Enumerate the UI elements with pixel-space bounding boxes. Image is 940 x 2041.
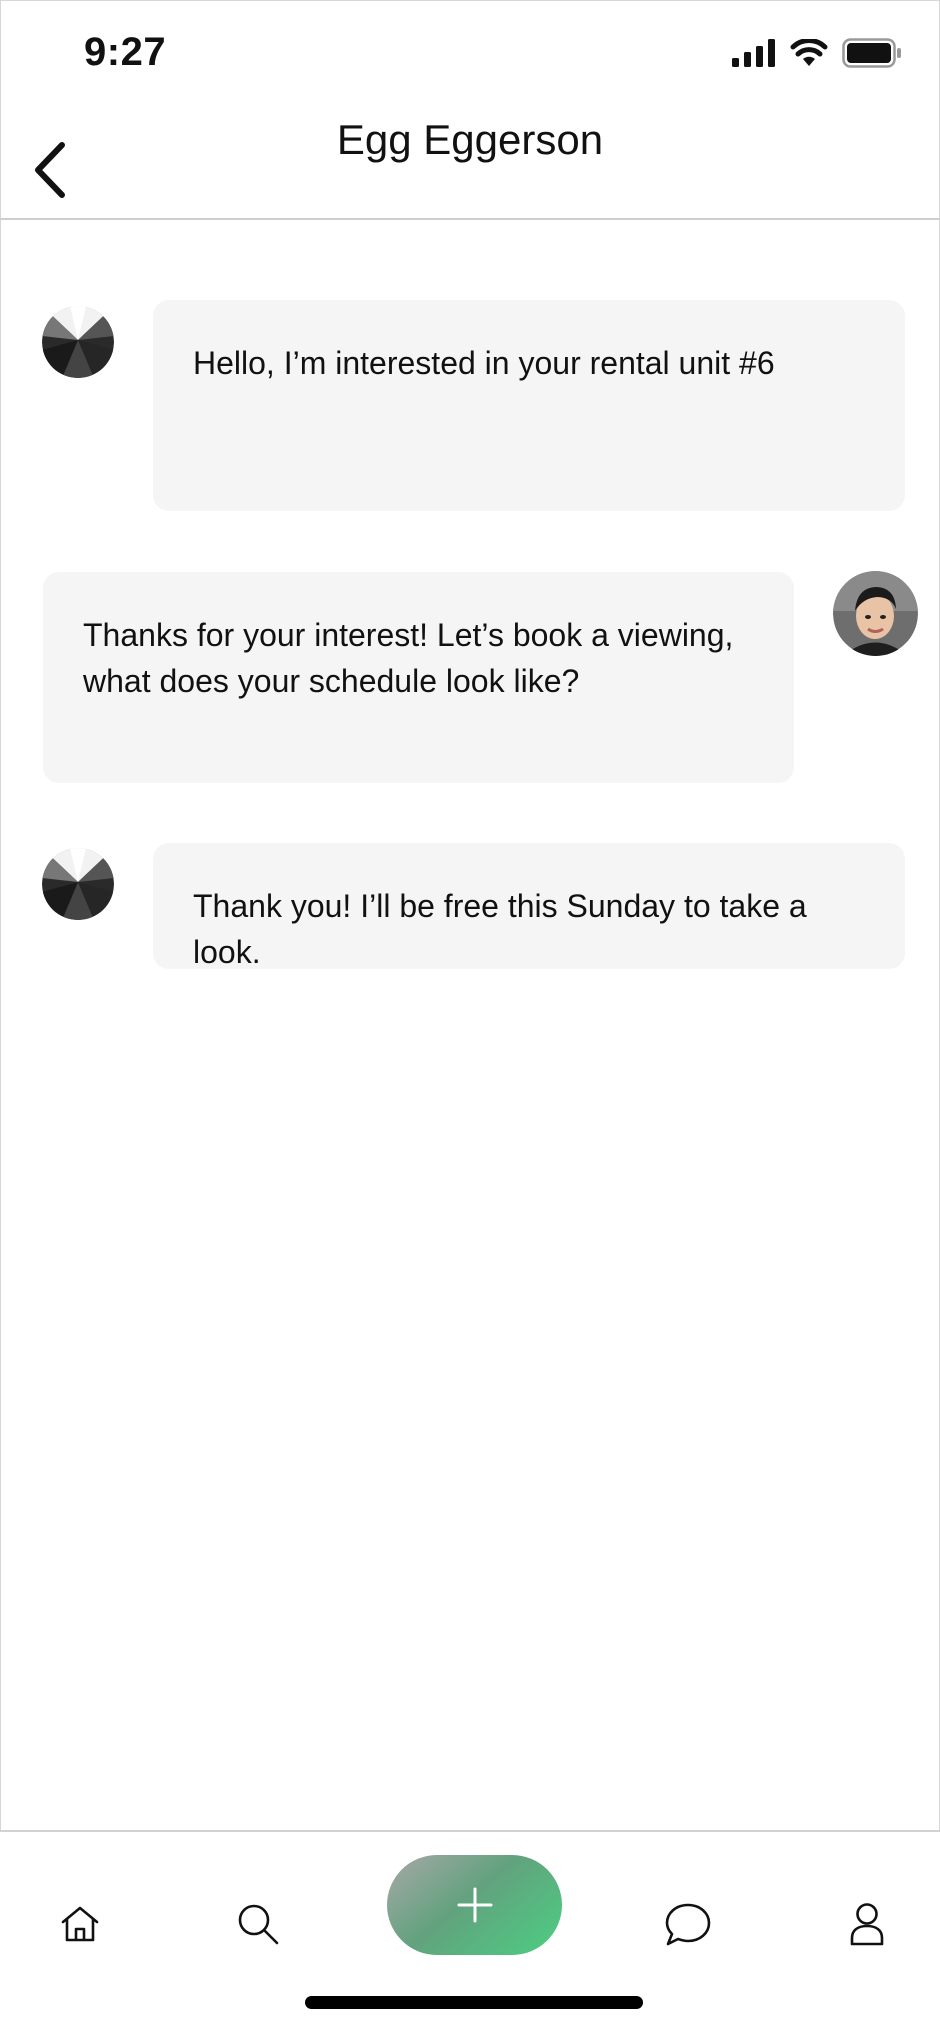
nav-chat-button[interactable] xyxy=(648,1884,728,1964)
nav-home-button[interactable] xyxy=(40,1884,120,1964)
signal-icon xyxy=(732,39,775,67)
wifi-icon xyxy=(790,39,828,66)
building-avatar-image xyxy=(42,306,114,378)
message-bubble: Thanks for your interest! Let’s book a v… xyxy=(43,572,794,783)
status-time: 9:27 xyxy=(84,30,167,74)
avatar[interactable] xyxy=(42,306,114,378)
avatar[interactable] xyxy=(833,571,918,656)
message-bubble: Hello, I’m interested in your rental uni… xyxy=(153,300,905,511)
page-title: Egg Eggerson xyxy=(336,116,604,163)
message-text: Thanks for your interest! Let’s book a v… xyxy=(83,617,734,699)
message-text: Thank you! I’ll be free this Sunday to t… xyxy=(193,888,807,969)
message-bubble: Thank you! I’ll be free this Sunday to t… xyxy=(153,843,905,969)
avatar[interactable] xyxy=(42,848,114,920)
home-indicator[interactable] xyxy=(305,1996,643,2009)
nav-profile-button[interactable] xyxy=(827,1884,907,1964)
battery-icon xyxy=(842,38,901,68)
home-icon xyxy=(61,1906,99,1942)
bottom-nav xyxy=(0,1830,940,2041)
nav-search-button[interactable] xyxy=(218,1884,298,1964)
person-avatar-image xyxy=(833,571,918,656)
status-icons xyxy=(732,38,902,68)
chat-icon xyxy=(665,1903,711,1946)
add-button[interactable] xyxy=(387,1855,562,1955)
add-icon xyxy=(457,1887,492,1923)
message-text: Hello, I’m interested in your rental uni… xyxy=(193,345,775,381)
search-icon xyxy=(238,1904,279,1945)
building-avatar-image xyxy=(42,848,114,920)
status-bar: 9:27 xyxy=(0,0,940,110)
profile-icon xyxy=(850,1903,884,1946)
nav-header: Egg Eggerson xyxy=(0,110,940,220)
